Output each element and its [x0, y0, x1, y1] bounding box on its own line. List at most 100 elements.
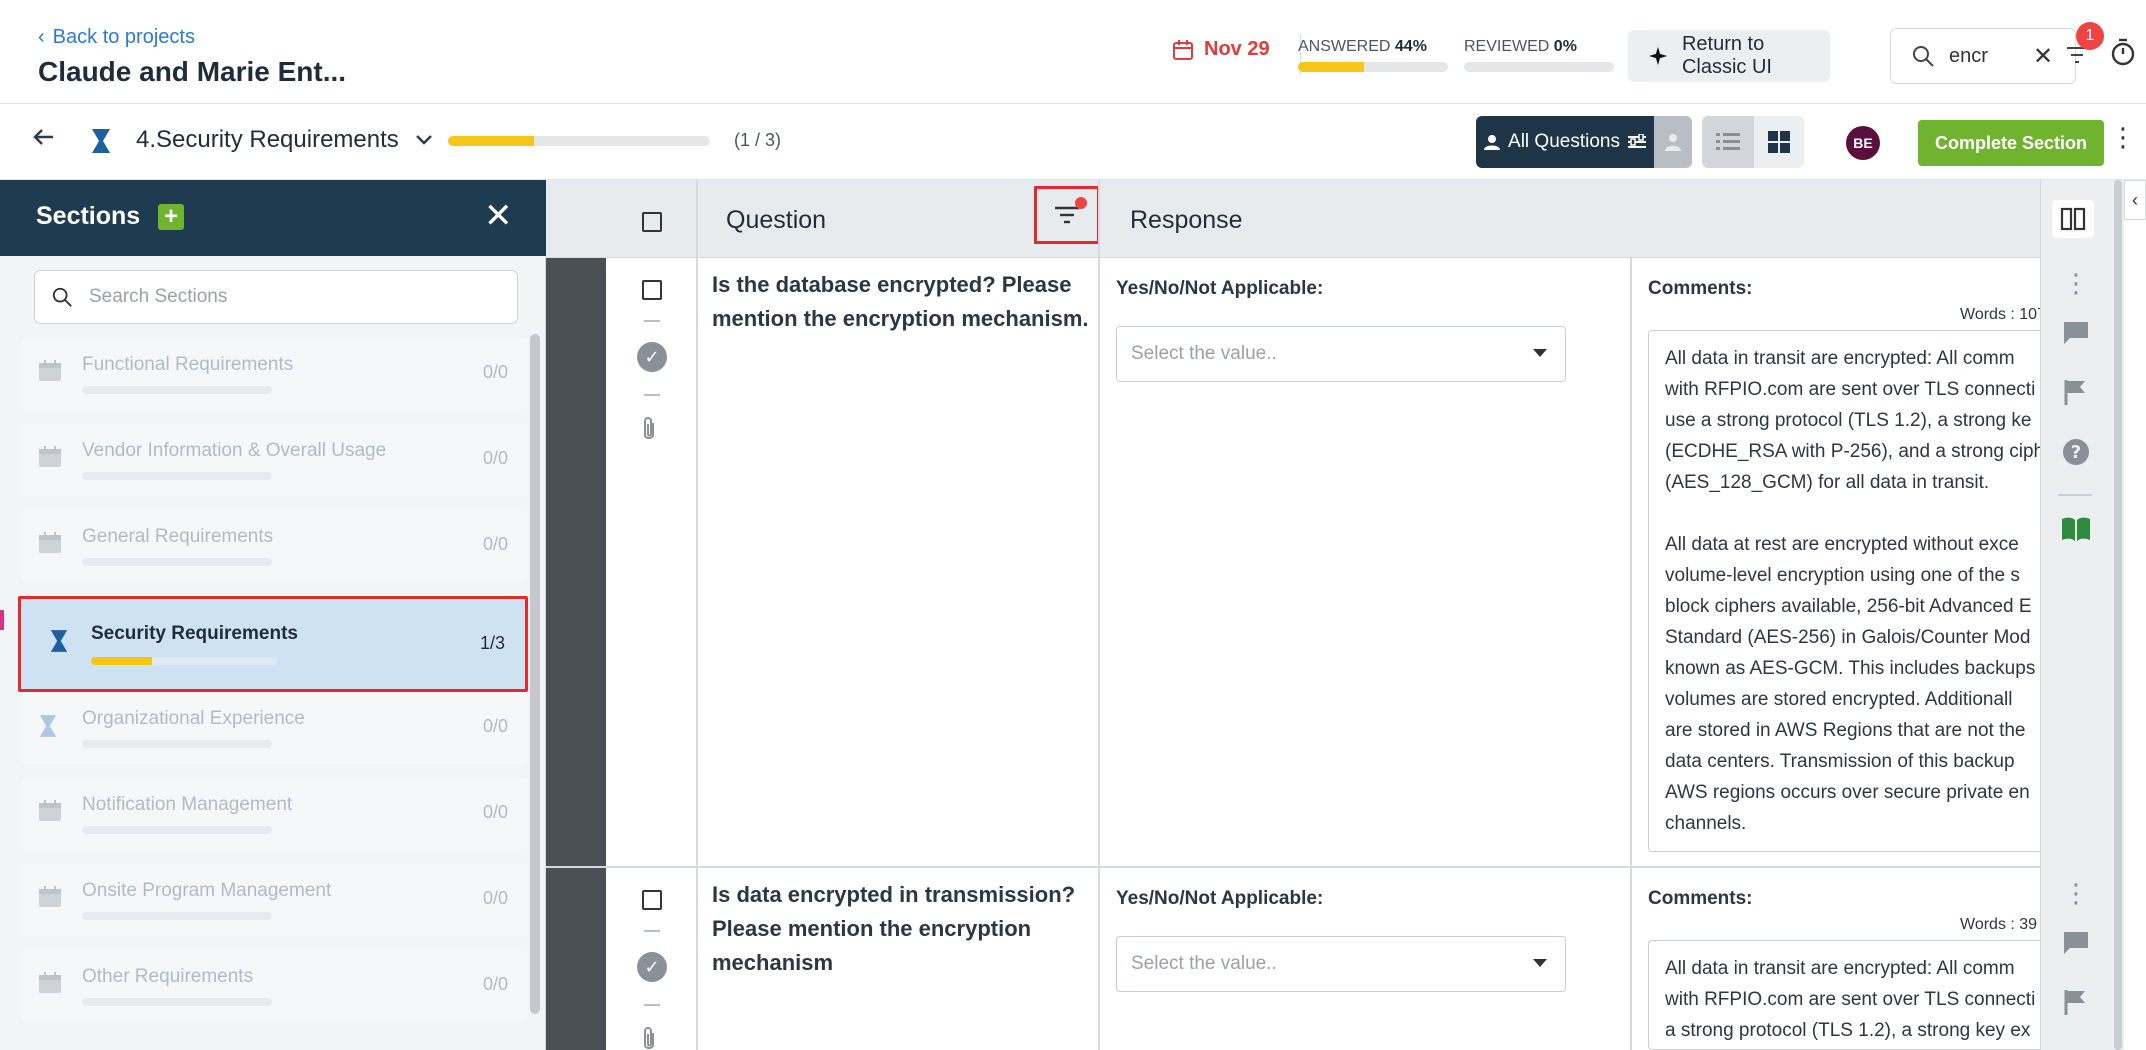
section-item-label: Functional Requirements — [82, 354, 294, 375]
timer-icon[interactable] — [2110, 38, 2136, 73]
section-title-dropdown[interactable]: 4.Security Requirements — [136, 126, 433, 154]
response-select[interactable]: Select the value.. — [1116, 326, 1566, 382]
back-arrow-icon[interactable] — [32, 124, 56, 156]
comment-line: volume-level encryption using one of the… — [1665, 565, 2020, 586]
svg-text:?: ? — [2071, 442, 2081, 463]
search-sections-placeholder: Search Sections — [89, 286, 228, 307]
main-scrollbar[interactable] — [2112, 180, 2124, 1050]
response-type-label: Yes/No/Not Applicable: — [1116, 278, 1324, 299]
comment-icon[interactable] — [2056, 930, 2096, 963]
list-view-button[interactable] — [1702, 116, 1754, 168]
close-sidebar-icon[interactable]: ✕ — [484, 196, 513, 236]
library-book-icon[interactable] — [2056, 516, 2096, 549]
comment-line: (ECDHE_RSA with P-256), and a strong cip… — [1665, 441, 2040, 462]
word-count: Words : 107 — [1960, 306, 2044, 323]
sidebar-section-item[interactable]: Security Requirements 1/3 — [18, 596, 528, 692]
row-checkbox[interactable] — [642, 280, 662, 300]
flag-icon[interactable] — [2056, 988, 2096, 1023]
return-to-classic-ui-button[interactable]: Return to Classic UI — [1628, 30, 1830, 82]
comments-textarea[interactable]: All data in transit are encrypted: All c… — [1648, 940, 2040, 1050]
section-item-count: 0/0 — [482, 974, 508, 994]
reviewed-label: REVIEWED — [1464, 38, 1550, 55]
my-questions-toggle[interactable] — [1654, 116, 1692, 168]
sidebar-title: Sections — [36, 202, 141, 230]
collapse-panel-icon[interactable]: ‹ — [2124, 180, 2146, 220]
section-item-progress — [82, 472, 272, 480]
section-item-progress — [91, 657, 277, 665]
sidebar-section-item[interactable]: Other Requirements 0/0 — [22, 950, 528, 1022]
sidebar-section-item[interactable]: Notification Management 0/0 — [22, 778, 528, 850]
back-to-projects-link[interactable]: ‹ Back to projects — [38, 26, 195, 49]
scrollbar-thumb[interactable] — [2114, 180, 2122, 1050]
question-filter-button[interactable] — [1034, 186, 1100, 244]
hourglass-icon — [90, 128, 112, 159]
comments-textarea[interactable]: All data in transit are encrypted: All c… — [1648, 330, 2040, 852]
row-indicator — [546, 868, 606, 1050]
all-questions-filter[interactable]: All Questions — [1476, 116, 1654, 168]
filter-active-dot — [1075, 197, 1087, 209]
reviewed-value: 0% — [1553, 38, 1577, 55]
split-view-button[interactable] — [2052, 200, 2094, 238]
section-item-label: Organizational Experience — [82, 708, 305, 729]
add-section-icon[interactable]: + — [158, 204, 184, 230]
row-options-icon[interactable]: ⋮ — [2056, 268, 2096, 299]
select-all-checkbox[interactable] — [642, 212, 662, 232]
section-progress-count: (1 / 3) — [734, 130, 782, 150]
sidebar-section-item[interactable]: Organizational Experience 0/0 — [22, 692, 528, 764]
flag-icon[interactable] — [2056, 378, 2096, 413]
answered-progress-fill — [1298, 62, 1364, 72]
row-indicator — [546, 258, 606, 866]
calendar-icon — [38, 800, 62, 827]
calendar-icon — [38, 360, 62, 387]
comment-line: All data in transit are encrypted: All c… — [1665, 348, 2015, 369]
chevron-down-icon — [415, 135, 432, 145]
due-date[interactable]: Nov 29 — [1172, 38, 1270, 61]
attachment-icon[interactable] — [640, 416, 658, 449]
divider — [644, 320, 660, 322]
checkmark-icon[interactable]: ✓ — [637, 952, 667, 982]
comment-line: a strong protocol (TLS 1.2), a strong ke… — [1665, 1020, 2031, 1041]
comment-line: with RFPIO.com are sent over TLS connect… — [1665, 379, 2036, 400]
sidebar-section-item[interactable]: General Requirements 0/0 — [22, 510, 528, 582]
section-item-count: 0/0 — [482, 534, 508, 554]
sidebar-section-item[interactable]: Functional Requirements 0/0 — [22, 338, 528, 410]
section-item-count: 0/0 — [482, 448, 508, 468]
list-icon — [1716, 133, 1740, 150]
section-item-progress — [82, 826, 272, 834]
comment-line: All data at rest are encrypted without e… — [1665, 534, 2019, 555]
search-sections-input[interactable]: Search Sections — [34, 270, 518, 324]
section-item-label: Security Requirements — [91, 623, 298, 644]
more-options-icon[interactable]: ⋮ — [2110, 124, 2136, 150]
calendar-icon — [38, 532, 62, 559]
hourglass-icon — [38, 714, 58, 743]
column-header-question: Question — [726, 206, 827, 234]
comments-label: Comments: — [1648, 278, 1753, 299]
section-progress-bar — [448, 136, 710, 146]
checkmark-icon[interactable]: ✓ — [637, 342, 667, 372]
attachment-icon[interactable] — [640, 1026, 658, 1050]
section-item-label: General Requirements — [82, 526, 274, 547]
column-header-response: Response — [1130, 206, 1243, 234]
hourglass-icon — [49, 629, 69, 658]
section-item-progress-fill — [91, 657, 153, 665]
help-icon[interactable]: ? — [2056, 438, 2096, 473]
sidebar-section-item[interactable]: Vendor Information & Overall Usage 0/0 — [22, 424, 528, 496]
section-item-progress — [82, 912, 272, 920]
row-options-icon[interactable]: ⋮ — [2056, 878, 2096, 909]
comment-line — [1665, 498, 2040, 529]
avatar[interactable]: BE — [1846, 126, 1880, 160]
section-item-progress — [82, 558, 272, 566]
comment-line: known as AES-GCM. This includes backups — [1665, 658, 2036, 679]
comment-icon[interactable] — [2056, 320, 2096, 353]
sidebar-section-item[interactable]: Onsite Program Management 0/0 — [22, 864, 528, 936]
question-search-input[interactable]: encr ✕ — [1890, 28, 2076, 84]
sidebar-scrollbar[interactable] — [530, 334, 540, 1014]
clear-search-icon[interactable]: ✕ — [2033, 42, 2053, 71]
response-select[interactable]: Select the value.. — [1116, 936, 1566, 992]
complete-section-button[interactable]: Complete Section — [1918, 120, 2104, 166]
row-checkbox[interactable] — [642, 890, 662, 910]
answered-label: ANSWERED — [1298, 38, 1391, 55]
search-icon — [52, 287, 72, 307]
grid-view-button[interactable] — [1754, 116, 1804, 168]
section-item-label: Onsite Program Management — [82, 880, 332, 901]
